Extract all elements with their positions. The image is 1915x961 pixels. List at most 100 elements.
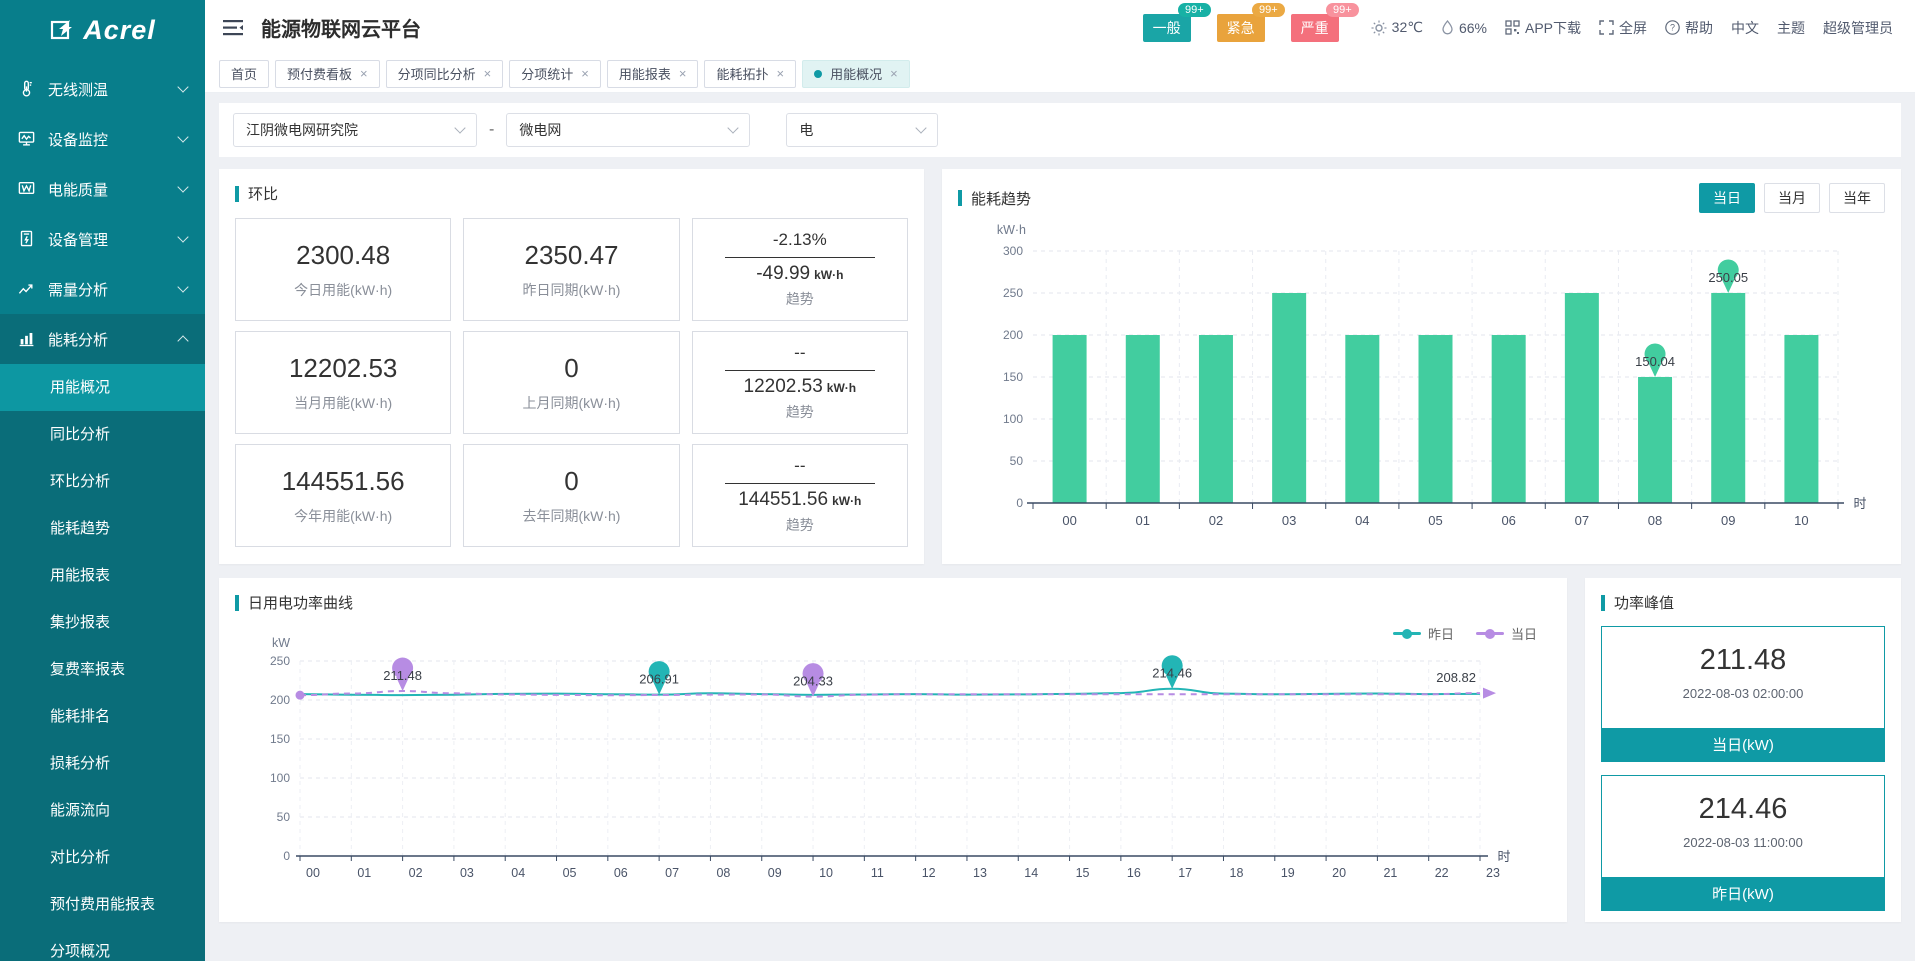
trend-percent: -2.13% xyxy=(773,230,827,250)
sidebar-subitem-环比分析[interactable]: 环比分析 xyxy=(0,458,205,505)
energy-trend-panel: 能耗趋势 当日当月当年 kW·h050100150200250300000102… xyxy=(942,169,1901,564)
sidebar-subitem-能源流向[interactable]: 能源流向 xyxy=(0,787,205,834)
stats-grid: 2300.48今日用能(kW·h)2350.47昨日同期(kW·h)-2.13%… xyxy=(235,218,908,547)
sidebar-subitem-复费率报表[interactable]: 复费率报表 xyxy=(0,646,205,693)
panel-title-trend: 能耗趋势 当日当月当年 xyxy=(958,183,1885,213)
daily-power-curve-panel: 日用电功率曲线 昨日当日 kW0501001502002500001020304… xyxy=(219,578,1567,922)
peak-card-today: 211.48 2022-08-03 02:00:00 当日(kW) xyxy=(1601,626,1885,762)
tab-分项同比分析[interactable]: 分项同比分析× xyxy=(386,60,504,88)
sidebar-item-设备管理[interactable]: 设备管理 xyxy=(0,214,205,264)
sidebar-item-能耗分析[interactable]: 能耗分析 xyxy=(0,314,205,364)
alarm-badge-紧急[interactable]: 紧急99+ xyxy=(1217,14,1265,42)
panel-title-curve: 日用电功率曲线 xyxy=(235,592,1551,613)
app-download-link[interactable]: APP下载 xyxy=(1505,18,1581,38)
tab-首页[interactable]: 首页 xyxy=(219,60,269,88)
content: 环比 2300.48今日用能(kW·h)2350.47昨日同期(kW·h)-2.… xyxy=(205,157,1915,922)
sidebar-subitem-能耗排名[interactable]: 能耗排名 xyxy=(0,693,205,740)
sun-icon xyxy=(1371,20,1387,36)
sidebar-item-设备监控[interactable]: 设备监控 xyxy=(0,114,205,164)
tab-label: 首页 xyxy=(231,64,257,83)
station-select[interactable]: 江阴微电网研究院 xyxy=(233,113,477,147)
sidebar-subitem-同比分析[interactable]: 同比分析 xyxy=(0,411,205,458)
period-button-当日[interactable]: 当日 xyxy=(1699,183,1755,213)
tab-用能报表[interactable]: 用能报表 × xyxy=(607,60,699,88)
svg-text:250: 250 xyxy=(1003,286,1023,300)
legend-item-昨日[interactable]: 昨日 xyxy=(1393,624,1454,643)
tab-close-icon[interactable]: × xyxy=(484,67,492,80)
tab-close-icon[interactable]: × xyxy=(890,67,898,80)
tab-close-icon[interactable]: × xyxy=(776,67,784,80)
svg-text:211.48: 211.48 xyxy=(383,668,422,683)
sidebar-subitem-预付费用能报表[interactable]: 预付费用能报表 xyxy=(0,881,205,928)
alarm-badges: 一般99+ 紧急99+ 严重99+ xyxy=(1143,14,1339,42)
trend-divider xyxy=(725,257,875,258)
tab-用能概况[interactable]: 用能概况× xyxy=(802,60,910,88)
svg-text:08: 08 xyxy=(716,866,730,880)
peak-value: 214.46 xyxy=(1602,793,1884,826)
period-buttons: 当日当月当年 xyxy=(1699,183,1885,213)
period-button-当年[interactable]: 当年 xyxy=(1829,183,1885,213)
chevron-down-icon xyxy=(916,122,927,133)
sidebar-subitem-对比分析[interactable]: 对比分析 xyxy=(0,834,205,881)
sidebar-item-需量分析[interactable]: 需量分析 xyxy=(0,264,205,314)
svg-text:06: 06 xyxy=(1501,513,1515,528)
alarm-badge-严重[interactable]: 严重99+ xyxy=(1291,14,1339,42)
fullscreen-button[interactable]: 全屏 xyxy=(1599,18,1647,38)
sidebar-subitem-能耗趋势[interactable]: 能耗趋势 xyxy=(0,505,205,552)
svg-text:204.33: 204.33 xyxy=(793,674,833,689)
sidebar-subitem-分项概况[interactable]: 分项概况 xyxy=(0,928,205,961)
theme-switch[interactable]: 主题 xyxy=(1777,18,1805,38)
network-select[interactable]: 微电网 xyxy=(506,113,750,147)
tab-label: 用能报表 xyxy=(619,64,671,83)
panel-title-huanbi: 环比 xyxy=(235,183,908,204)
sidebar-subitem-用能报表[interactable]: 用能报表 xyxy=(0,552,205,599)
stat-label: 去年同期(kW·h) xyxy=(522,506,620,526)
user-menu[interactable]: 超级管理员 xyxy=(1823,18,1893,38)
period-button-当月[interactable]: 当月 xyxy=(1764,183,1820,213)
trend-unit: kW·h xyxy=(814,268,843,282)
page-title: 能源物联网云平台 xyxy=(261,13,421,42)
svg-text:200: 200 xyxy=(270,693,290,707)
title-accent-bar xyxy=(958,190,962,206)
peak-label: 昨日(kW) xyxy=(1602,877,1884,910)
tab-close-icon[interactable]: × xyxy=(679,67,687,80)
trend-unit: kW·h xyxy=(827,381,856,395)
alarm-count-badge: 99+ xyxy=(1326,3,1359,17)
stat-value: 0 xyxy=(564,353,578,384)
sidebar-subitem-集抄报表[interactable]: 集抄报表 xyxy=(0,599,205,646)
trend-divider xyxy=(725,370,875,371)
language-switch[interactable]: 中文 xyxy=(1731,18,1759,38)
help-link[interactable]: ? 帮助 xyxy=(1665,18,1713,38)
sidebar-subitem-损耗分析[interactable]: 损耗分析 xyxy=(0,740,205,787)
tab-close-icon[interactable]: × xyxy=(360,67,368,80)
svg-text:10: 10 xyxy=(819,866,833,880)
brand-name: Acrel xyxy=(83,15,156,46)
tab-分项统计[interactable]: 分项统计× xyxy=(509,60,601,88)
energy-type-select[interactable]: 电 xyxy=(786,113,938,147)
sidebar-subitem-用能概况[interactable]: 用能概况 xyxy=(0,364,205,411)
brand-logo[interactable]: Acrel xyxy=(0,0,205,60)
tab-能耗拓扑[interactable]: 能耗拓扑× xyxy=(704,60,796,88)
sidebar-item-电能质量[interactable]: 电能质量 xyxy=(0,164,205,214)
tab-预付费看板[interactable]: 预付费看板× xyxy=(275,60,380,88)
sidebar-item-无线测温[interactable]: 无线测温 xyxy=(0,64,205,114)
sidebar-item-label: 设备管理 xyxy=(48,229,179,250)
droplet-icon xyxy=(1441,20,1454,35)
svg-text:150.04: 150.04 xyxy=(1635,354,1675,369)
legend-item-当日[interactable]: 当日 xyxy=(1476,624,1537,643)
alarm-badge-一般[interactable]: 一般99+ xyxy=(1143,14,1191,42)
peak-value: 211.48 xyxy=(1602,644,1884,677)
tab-close-icon[interactable]: × xyxy=(581,67,589,80)
svg-text:22: 22 xyxy=(1435,866,1449,880)
svg-text:100: 100 xyxy=(270,771,290,785)
panel-title-peak: 功率峰值 xyxy=(1601,592,1885,613)
svg-text:14: 14 xyxy=(1024,866,1038,880)
stat-label: 今年用能(kW·h) xyxy=(294,506,392,526)
stat-label: 今日用能(kW·h) xyxy=(294,280,392,300)
svg-text:07: 07 xyxy=(1575,513,1589,528)
svg-text:18: 18 xyxy=(1230,866,1244,880)
menu-collapse-icon[interactable] xyxy=(223,19,245,37)
trend-value: -49.99kW·h xyxy=(756,263,843,285)
power-peak-panel: 功率峰值 211.48 2022-08-03 02:00:00 当日(kW) 2… xyxy=(1585,578,1901,922)
filter-separator: - xyxy=(489,121,494,139)
